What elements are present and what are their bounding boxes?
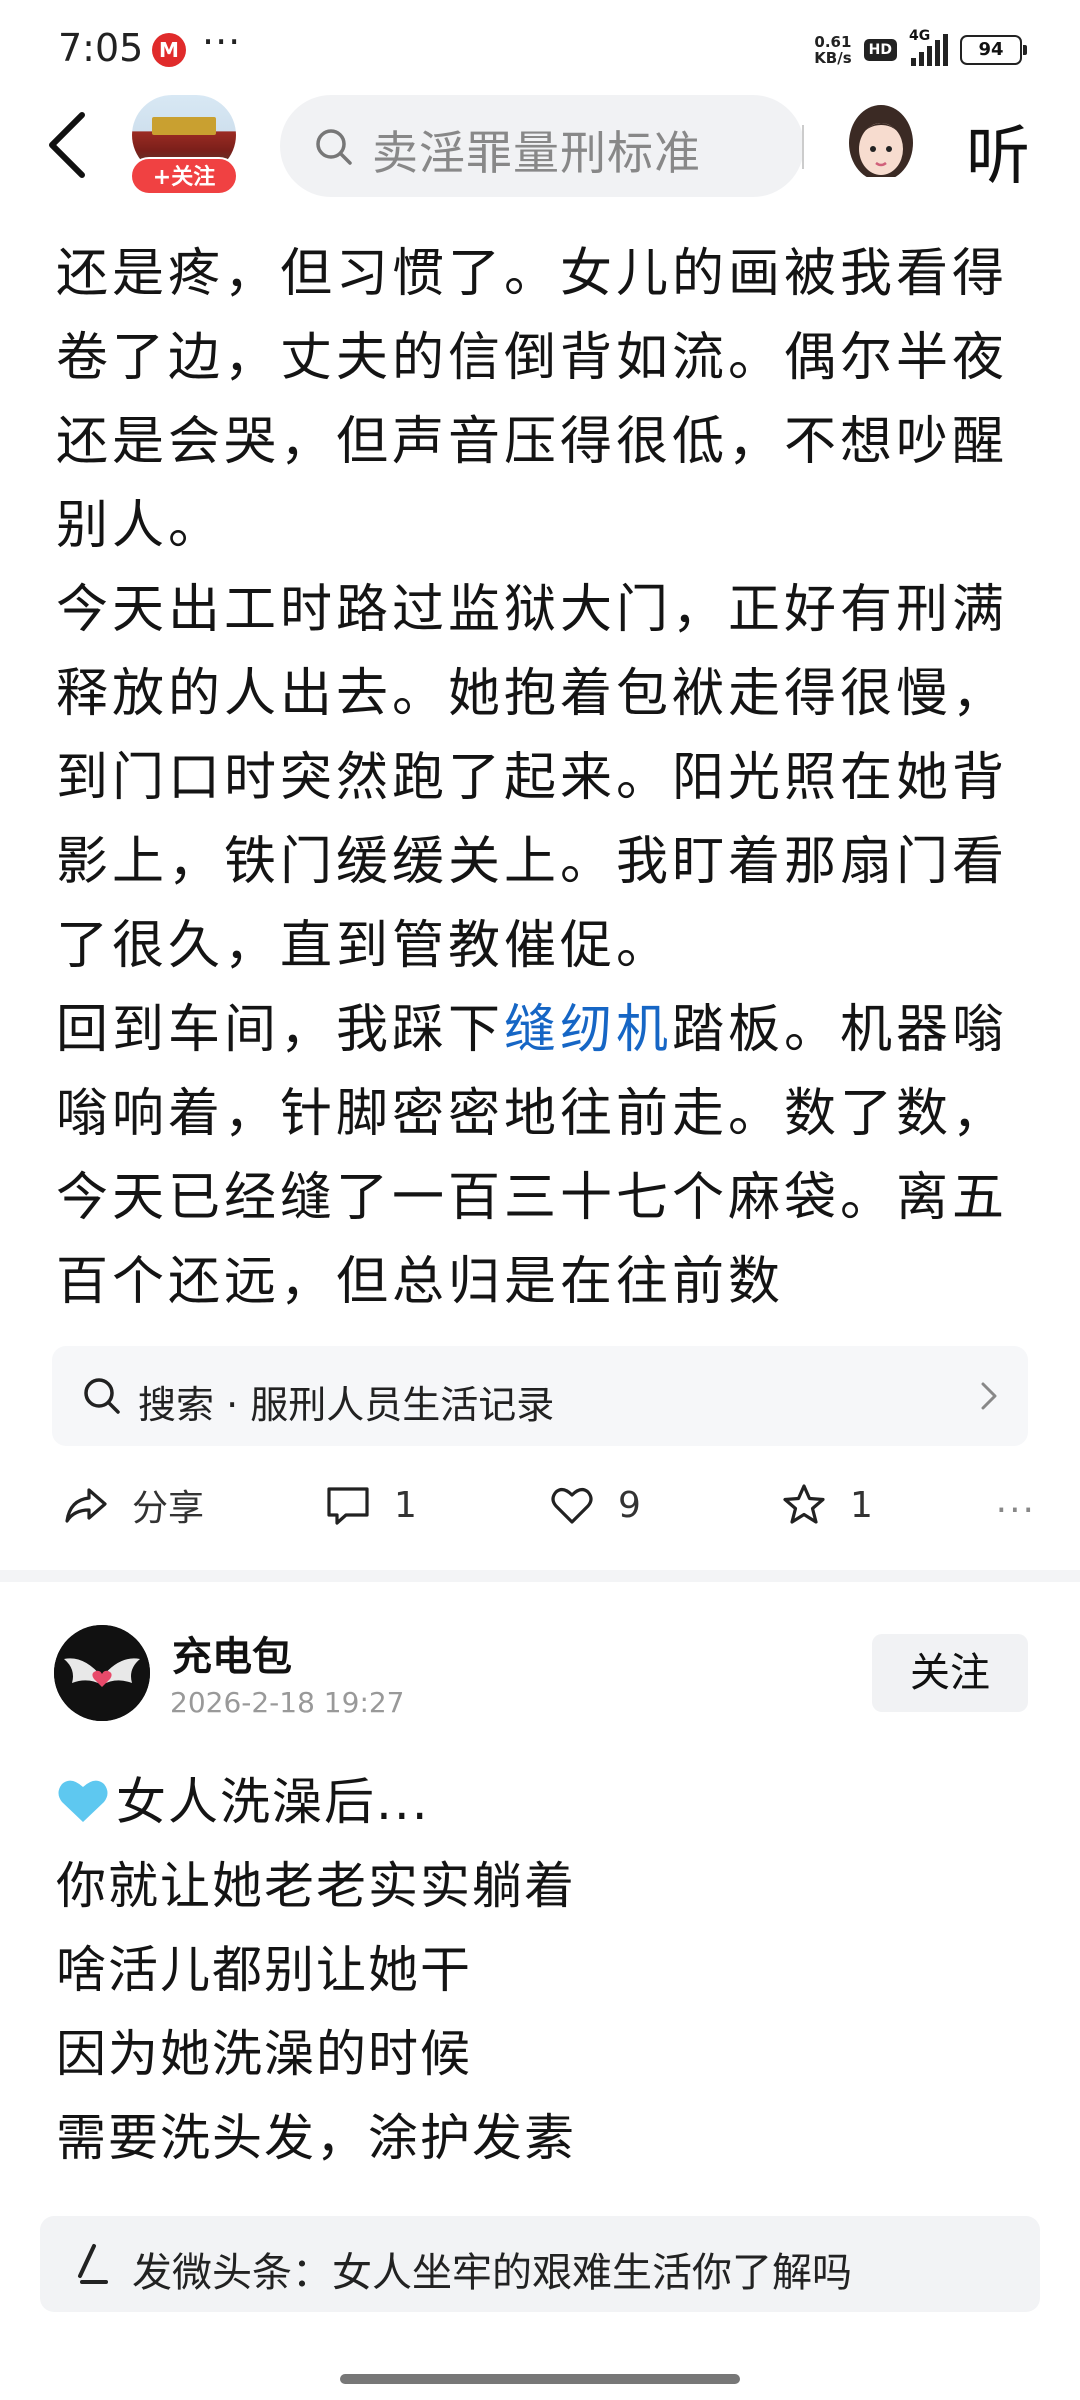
compose-prompt: 发微头条：女人坐牢的艰难生活你了解吗 (132, 2250, 852, 2296)
network-speed: 0.61 KB/s (814, 34, 851, 66)
chevron-right-icon (981, 1382, 997, 1410)
assistant-avatar-icon[interactable] (846, 103, 916, 187)
post-line: 女人洗澡后... (56, 1760, 1016, 1844)
app-notification-icon: M (152, 33, 186, 67)
post-line: 因为她洗澡的时候 (56, 2025, 472, 2083)
status-more-dots: ··· (202, 20, 242, 64)
post-line: 啥活儿都别让她干 (56, 1941, 472, 1999)
action-bar: 分享 1 9 1 ··· (0, 1460, 1080, 1550)
article-paragraph: 还是疼，但习惯了。女儿的画被我看得卷了边，丈夫的信倒背如流。偶尔半夜还是会哭，但… (56, 244, 1009, 556)
comment-icon (327, 1487, 369, 1525)
article-paragraph: 回到车间，我踩下缝纫机踏板。机器嗡嗡响着，针脚密密地往前走。数了数，今天已经缝了… (56, 988, 1016, 1324)
top-nav-bar: +关注 卖淫罪量刑标准 听 (0, 95, 1080, 197)
share-button[interactable]: 分享 (62, 1480, 204, 1530)
related-search-suggestion[interactable]: 搜索 · 服刑人员生活记录 (52, 1346, 1028, 1446)
home-indicator[interactable] (340, 2374, 740, 2384)
like-button[interactable]: 9 (548, 1480, 641, 1530)
post-line-text: 女人洗澡后... (116, 1773, 430, 1831)
pen-icon (78, 2244, 108, 2284)
article-body: 还是疼，但习惯了。女儿的画被我看得卷了边，丈夫的信倒背如流。偶尔半夜还是会哭，但… (56, 232, 1016, 1324)
follow-pill-button[interactable]: +关注 (130, 157, 238, 195)
comment-button[interactable]: 1 (324, 1480, 417, 1530)
signal-icon: 4G (909, 28, 948, 66)
status-time: 7:05 (58, 26, 144, 70)
search-icon (84, 1378, 120, 1414)
search-bar[interactable]: 卖淫罪量刑标准 (280, 95, 804, 197)
share-icon (65, 1488, 107, 1523)
blue-heart-icon (58, 1780, 108, 1822)
listen-button[interactable]: 听 (966, 105, 1030, 197)
chevron-left-icon (49, 112, 85, 178)
keyword-link[interactable]: 缝纫机 (504, 1000, 672, 1060)
author-avatar[interactable]: +关注 (130, 95, 240, 195)
related-search-text: 搜索 · 服刑人员生活记录 (138, 1383, 555, 1427)
search-placeholder: 卖淫罪量刑标准 (372, 126, 701, 180)
article-paragraph: 今天出工时路过监狱大门，正好有刑满释放的人出去。她抱着包袱走得很慢，到门口时突然… (56, 580, 1009, 976)
article-text: 回到车间，我踩下 (56, 1000, 505, 1060)
like-count: 9 (618, 1484, 641, 1526)
angel-wings-icon (54, 1625, 150, 1721)
back-button[interactable] (40, 107, 100, 183)
search-divider (802, 125, 804, 169)
network-speed-value: 0.61 (814, 33, 852, 51)
hd-icon: HD (863, 39, 897, 61)
star-icon (783, 1484, 825, 1524)
post-author-name[interactable]: 充电包 (172, 1624, 292, 1682)
girl-face-icon (849, 105, 913, 187)
status-bar: 7:05 M ··· 0.61 KB/s HD 4G 94 (0, 0, 1080, 95)
post-line: 你就让她老老实实躺着 (56, 1857, 576, 1915)
post-line: 需要洗头发，涂护发素 (56, 2109, 576, 2167)
section-divider (0, 1570, 1080, 1582)
post-body[interactable]: 女人洗澡后... 你就让她老老实实躺着 啥活儿都别让她干 因为她洗澡的时候 需要… (56, 1760, 1016, 2180)
status-indicators: 0.61 KB/s HD 4G 94 (814, 28, 1027, 70)
post-timestamp: 2026-2-18 19:27 (170, 1686, 405, 1719)
network-type: 4G (909, 28, 931, 44)
comment-count: 1 (394, 1484, 417, 1526)
network-speed-unit: KB/s (814, 49, 852, 67)
post-author-avatar[interactable] (54, 1625, 150, 1721)
compose-bar[interactable]: 发微头条：女人坐牢的艰难生活你了解吗 (40, 2216, 1040, 2312)
follow-button[interactable]: 关注 (872, 1634, 1028, 1712)
heart-icon (551, 1488, 593, 1524)
share-label: 分享 (132, 1488, 205, 1529)
favorite-button[interactable]: 1 (780, 1480, 873, 1530)
favorite-count: 1 (850, 1484, 873, 1526)
battery-icon: 94 (960, 35, 1027, 65)
more-options-button[interactable]: ··· (996, 1490, 1036, 1531)
search-icon (316, 129, 352, 165)
